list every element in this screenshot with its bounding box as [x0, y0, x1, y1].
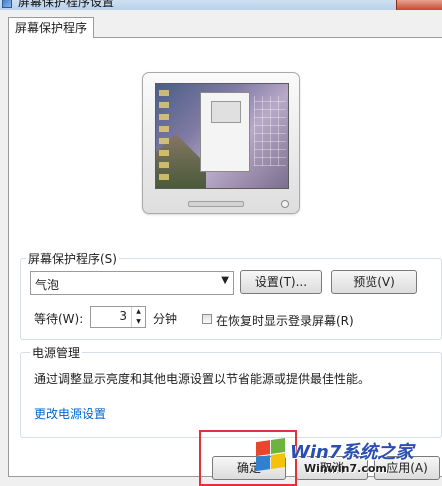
watermark-url: Winwin7.com: [304, 462, 387, 475]
app-icon: [2, 0, 12, 8]
change-power-settings-link[interactable]: 更改电源设置: [34, 405, 106, 422]
windows-logo-icon: [256, 438, 286, 472]
power-group-label: 电源管理: [30, 344, 83, 361]
resume-logon-label[interactable]: 在恢复时显示登录屏幕(R): [216, 312, 354, 329]
power-description: 通过调整显示亮度和其他电源设置以节省能源或提供最佳性能。: [34, 372, 371, 386]
screensaver-selected-value: 气泡: [35, 278, 60, 292]
monitor-preview: [142, 72, 300, 214]
minutes-label: 分钟: [153, 312, 178, 326]
power-group: [20, 352, 442, 438]
watermark: Win7系统之家 Winwin7.com: [250, 436, 440, 478]
screensaver-select[interactable]: 气泡 ▼: [30, 271, 234, 295]
watermark-text: Win7系统之家: [290, 442, 414, 463]
title-bar: 屏幕保护程序设置: [0, 0, 442, 10]
preview-dialog: [200, 92, 250, 172]
wait-minutes-spinner[interactable]: 3 ▲ ▼: [90, 306, 146, 328]
chevron-down-icon[interactable]: ▼: [221, 275, 229, 286]
wait-label: 等待(W):: [34, 312, 84, 326]
monitor-slot: [188, 201, 244, 207]
resume-logon-checkbox[interactable]: [202, 314, 212, 324]
desktop-icons: [159, 90, 169, 180]
settings-button[interactable]: 设置(T)...: [240, 270, 322, 294]
spinner-arrows-icon[interactable]: ▲ ▼: [131, 307, 145, 327]
wait-value: 3: [119, 309, 127, 323]
close-button[interactable]: [396, 0, 442, 10]
screensaver-group-label: 屏幕保护程序(S): [26, 250, 119, 267]
preview-grid: [254, 96, 286, 166]
monitor-power-icon: [281, 200, 289, 208]
preview-button[interactable]: 预览(V): [331, 270, 417, 294]
window-title: 屏幕保护程序设置: [18, 0, 115, 9]
tab-screensaver[interactable]: 屏幕保护程序: [8, 17, 95, 38]
preview-screen: [155, 83, 289, 189]
